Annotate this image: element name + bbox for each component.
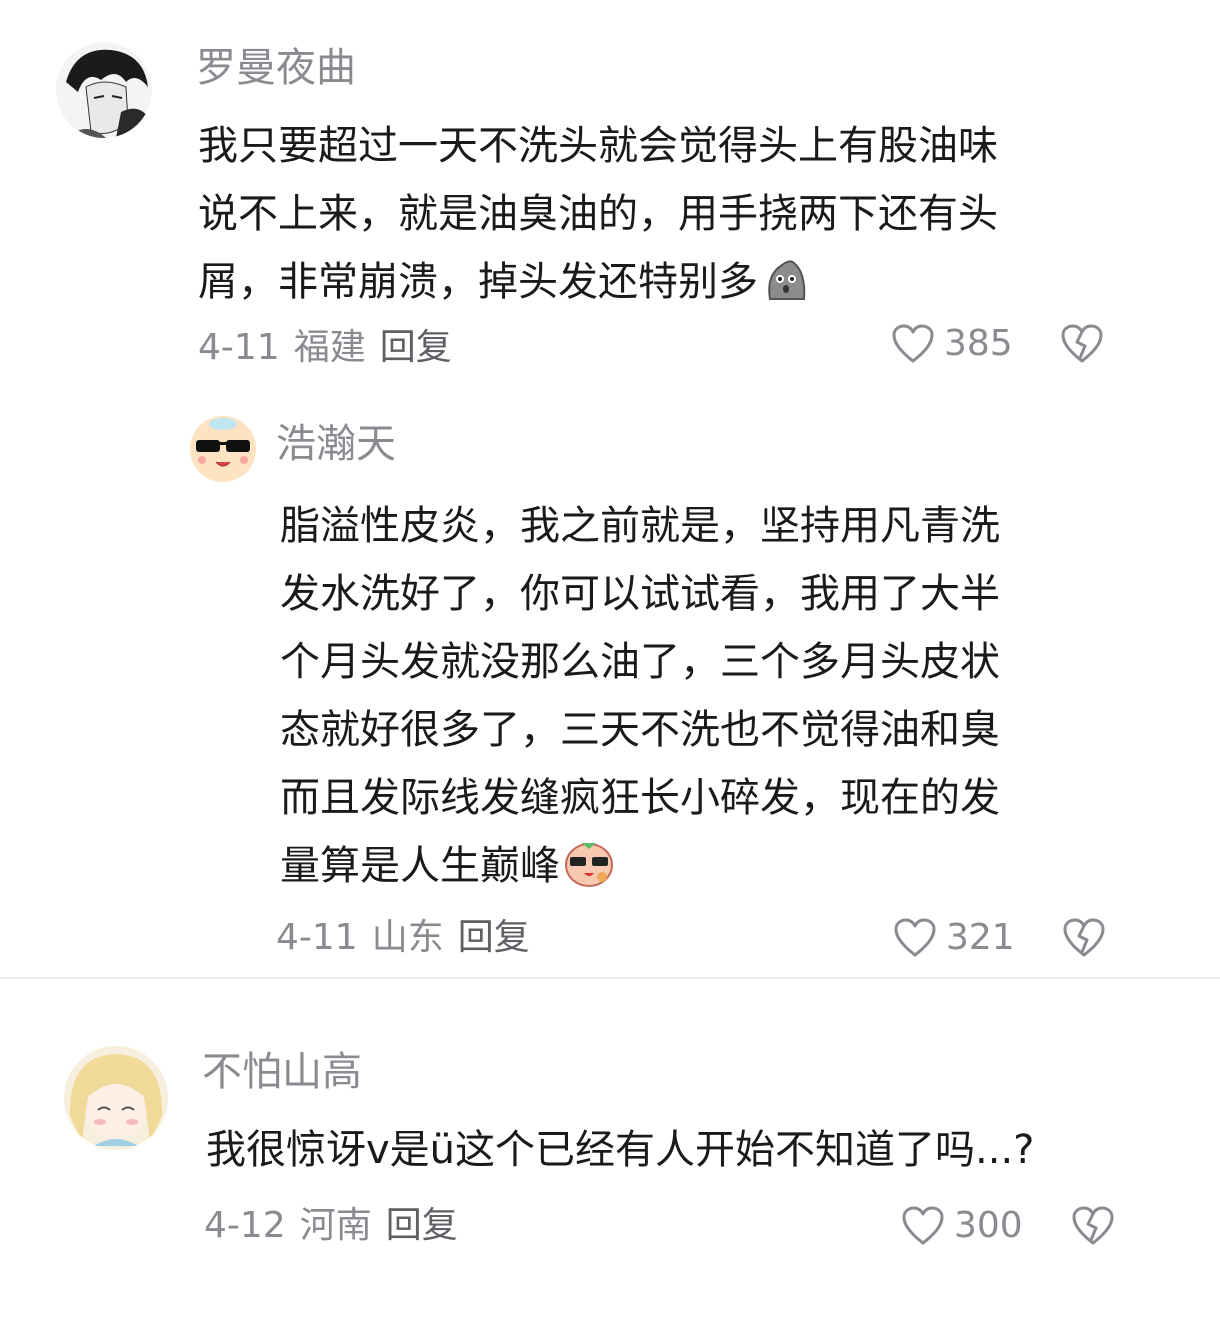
broken-heart-icon: [1072, 1206, 1114, 1245]
comment-line: 而且发际线发缝疯狂长小碎发，现在的发: [280, 775, 1000, 821]
comment-line-text: 屑，非常崩溃，掉头发还特别多: [198, 259, 758, 305]
comment-line: 我很惊讶v是ü这个已经有人开始不知道了吗...?: [206, 1127, 1035, 1173]
comment-line: 态就好很多了，三天不洗也不觉得油和臭: [280, 707, 1000, 753]
like-button[interactable]: 385: [892, 322, 1013, 366]
cool-face-avatar-icon: [190, 416, 256, 482]
comment-text: 我只要超过一天不洗头就会觉得头上有股油味 说不上来，就是油臭油的，用手挠两下还有…: [198, 112, 1118, 324]
dislike-button[interactable]: [1063, 918, 1105, 962]
reply-button[interactable]: 回复: [386, 1205, 458, 1246]
broken-heart-icon: [1063, 918, 1105, 957]
comment-line: 量算是人生巅峰: [280, 832, 1140, 908]
reply-button[interactable]: 回复: [380, 327, 452, 368]
comment-region: 福建: [293, 327, 366, 368]
comment-meta: 4-12 河南 回复: [204, 1204, 472, 1248]
divider: [0, 977, 1220, 979]
heart-outline-icon: [892, 324, 934, 363]
comment-line: 屑，非常崩溃，掉头发还特别多: [198, 248, 1118, 324]
dislike-button[interactable]: [1072, 1206, 1114, 1250]
comment-region: 河南: [299, 1205, 372, 1246]
anime-avatar-icon: [56, 42, 152, 138]
comment-line: 说不上来，就是油臭油的，用手挠两下还有头: [198, 191, 998, 237]
username[interactable]: 不怕山高: [202, 1048, 362, 1096]
avatar[interactable]: [56, 42, 152, 138]
broken-heart-icon: [1061, 324, 1103, 363]
dislike-button[interactable]: [1061, 324, 1103, 368]
comment-line-text: 量算是人生巅峰: [280, 843, 560, 889]
comment-line: 个月头发就没那么油了，三个多月头皮状: [280, 639, 1000, 685]
like-count: 300: [954, 1205, 1023, 1246]
comment-date: 4-11: [198, 327, 280, 368]
username[interactable]: 罗曼夜曲: [196, 44, 356, 92]
like-button[interactable]: 300: [902, 1204, 1023, 1248]
avatar[interactable]: [190, 416, 256, 482]
grey-blob-emoji-icon: [762, 255, 810, 324]
like-button[interactable]: 321: [894, 916, 1015, 960]
like-count: 385: [944, 323, 1013, 364]
comment-line: 我只要超过一天不洗头就会觉得头上有股油味: [198, 123, 998, 169]
heart-outline-icon: [902, 1206, 944, 1245]
comment-date: 4-11: [276, 917, 358, 958]
reply-button[interactable]: 回复: [458, 917, 530, 958]
comment-region: 山东: [371, 917, 444, 958]
comment-text: 我很惊讶v是ü这个已经有人开始不知道了吗...?: [206, 1116, 1186, 1184]
comment-line: 脂溢性皮炎，我之前就是，坚持用凡青洗: [280, 503, 1000, 549]
avatar[interactable]: [64, 1046, 168, 1150]
comment-date: 4-12: [204, 1205, 286, 1246]
comment-meta: 4-11 福建 回复: [198, 326, 466, 370]
comment-text: 脂溢性皮炎，我之前就是，坚持用凡青洗 发水洗好了，你可以试试看，我用了大半 个月…: [280, 492, 1140, 908]
heart-outline-icon: [894, 918, 936, 957]
cool-face-emoji-icon: [564, 839, 614, 908]
comment-meta: 4-11 山东 回复: [276, 916, 544, 960]
anime-girl-avatar-icon: [64, 1046, 168, 1150]
like-count: 321: [946, 917, 1015, 958]
comment-line: 发水洗好了，你可以试试看，我用了大半: [280, 571, 1000, 617]
username[interactable]: 浩瀚天: [276, 420, 396, 468]
